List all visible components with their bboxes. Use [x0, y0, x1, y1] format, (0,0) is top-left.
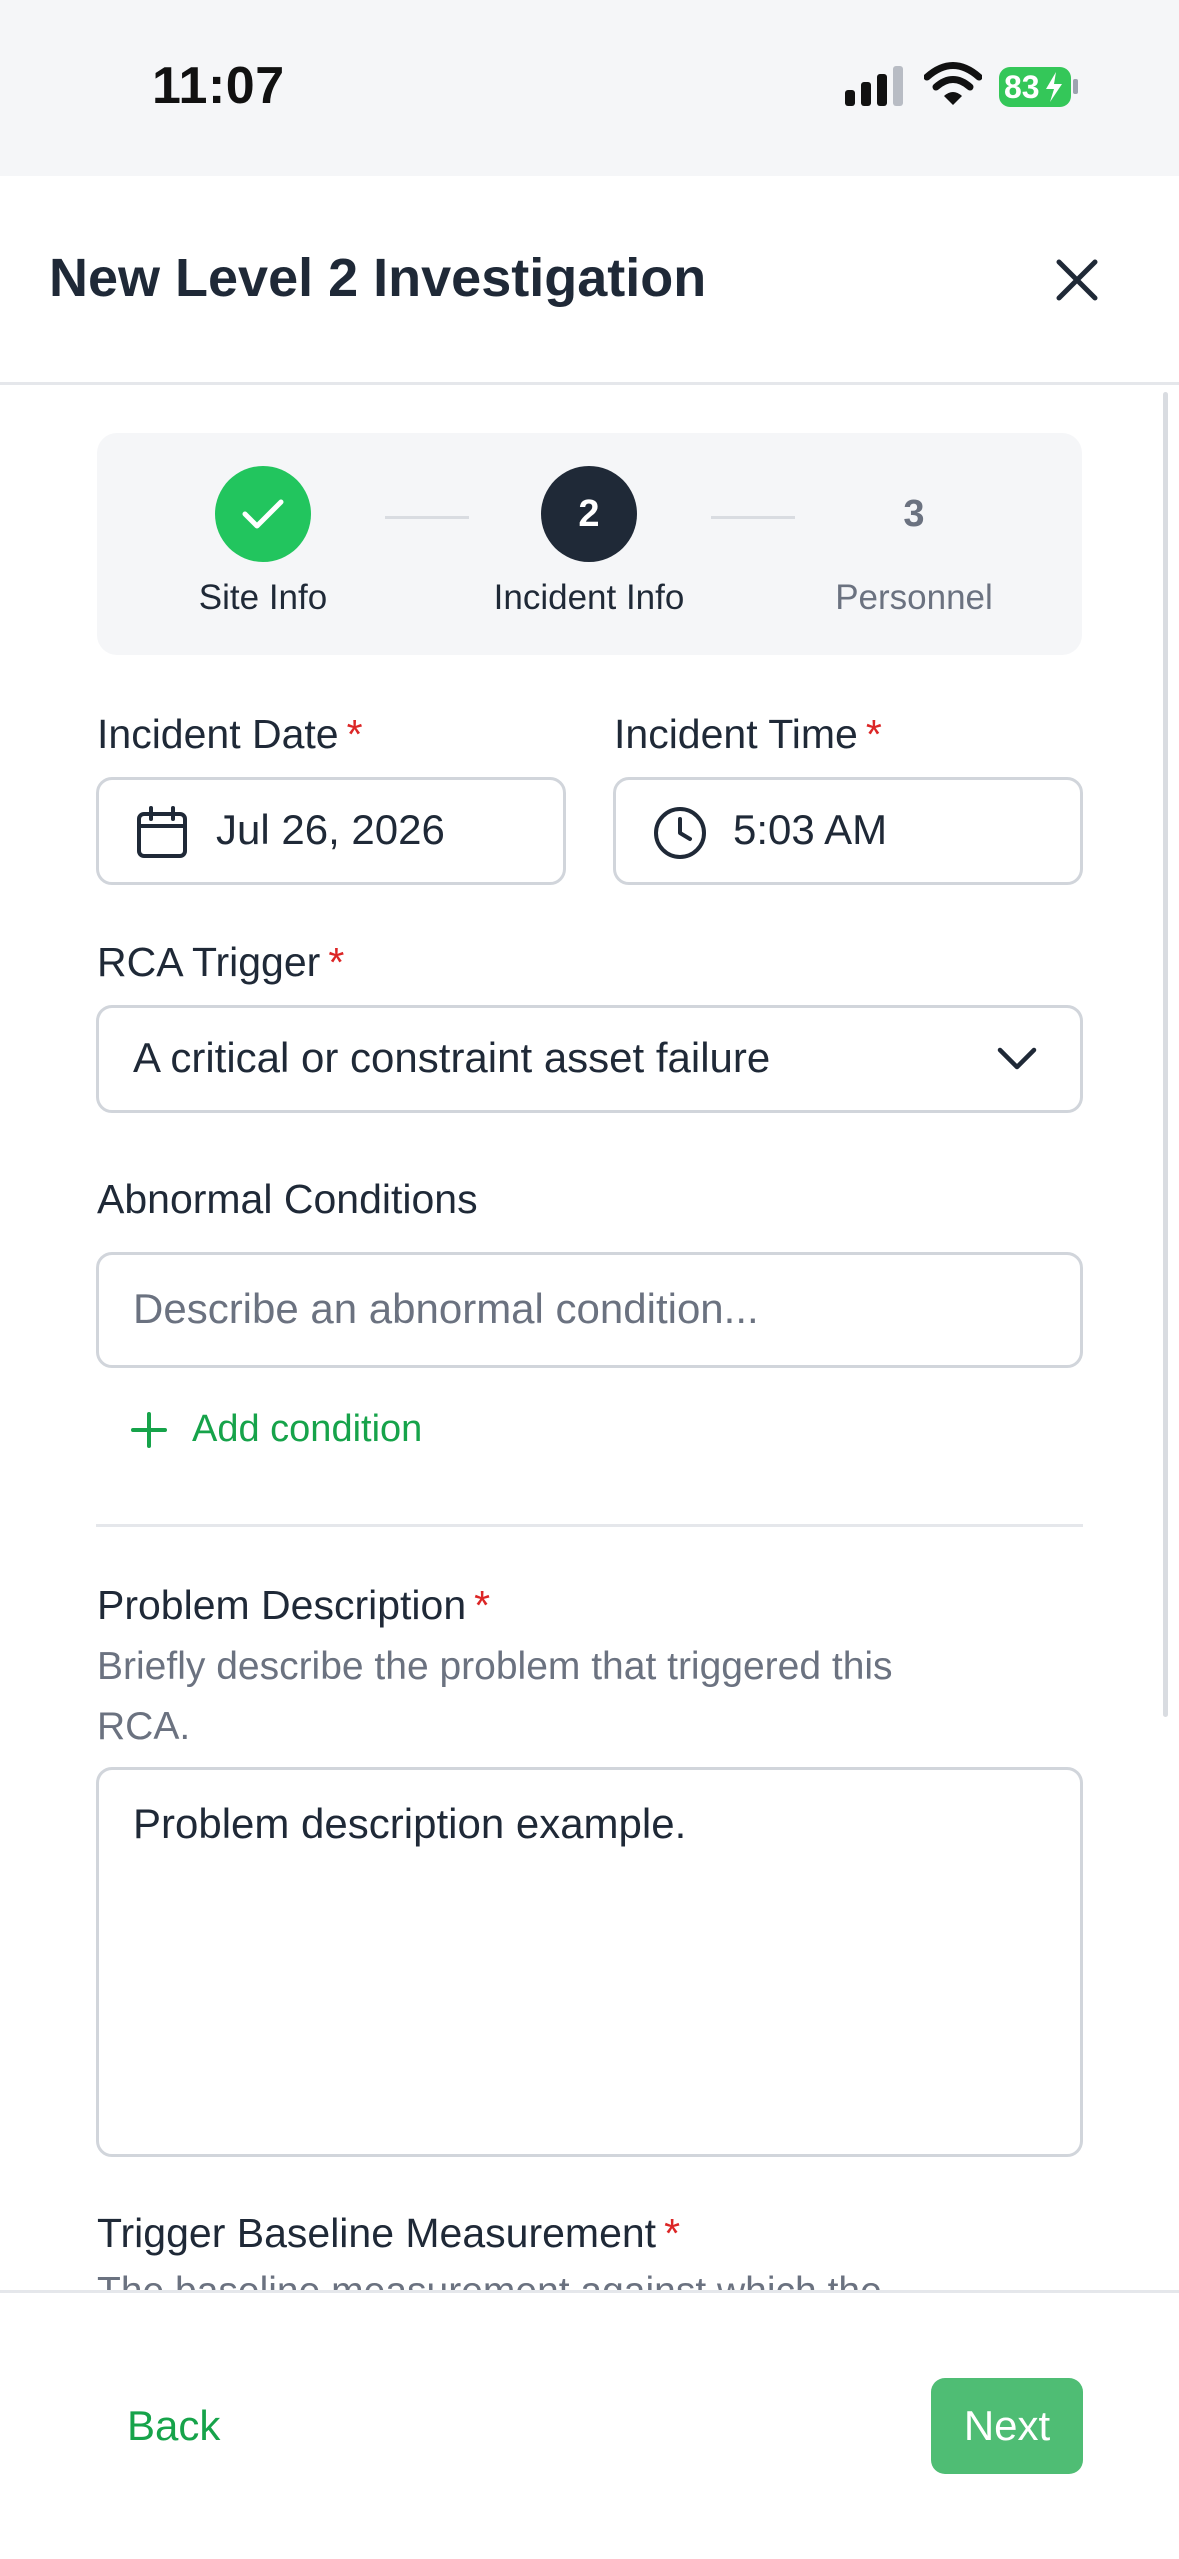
incident-time-value: 5:03 AM [733, 806, 888, 853]
required-asterisk: * [328, 939, 345, 985]
problem-description-value: Problem description example. [133, 1800, 687, 1847]
step-label-incident-info: Incident Info [493, 578, 685, 617]
required-asterisk: * [346, 711, 363, 757]
problem-description-help: Briefly describe the problem that trigge… [97, 1645, 893, 1748]
required-asterisk: * [865, 711, 882, 757]
rca-trigger-select[interactable]: A critical or constraint asset failure [96, 1005, 1083, 1113]
problem-description-textarea[interactable]: Problem description example. [96, 1767, 1083, 2157]
step-1-complete[interactable] [215, 466, 311, 562]
status-time: 11:07 [152, 57, 285, 115]
step-label-personnel: Personnel [835, 578, 993, 617]
incident-date-label: Incident Date * [97, 711, 363, 757]
battery-icon: 83 [998, 66, 1078, 107]
add-condition-button[interactable]: Add condition [130, 1408, 422, 1451]
abnormal-condition-placeholder: Describe an abnormal condition... [133, 1285, 759, 1332]
step-2-current[interactable]: 2 [541, 466, 637, 562]
clock-icon [654, 807, 706, 859]
plus-icon [131, 1411, 167, 1448]
checkmark-icon [242, 499, 284, 529]
incident-time-field[interactable]: 5:03 AM [613, 777, 1083, 885]
trigger-baseline-label: Trigger Baseline Measurement * [97, 2210, 681, 2256]
close-button[interactable] [1045, 248, 1109, 312]
battery-level: 83 [1004, 69, 1040, 105]
chevron-down-icon [997, 1047, 1037, 1070]
section-divider [96, 1524, 1083, 1527]
incident-date-field[interactable]: Jul 26, 2026 [96, 777, 566, 885]
add-condition-label: Add condition [192, 1408, 423, 1450]
incident-time-label: Incident Time * [614, 711, 882, 757]
required-asterisk: * [664, 2210, 681, 2256]
step-connector [385, 516, 469, 519]
cellular-signal-icon [845, 66, 903, 106]
step-3-upcoming[interactable]: 3 [866, 466, 962, 562]
rca-trigger-label: RCA Trigger * [97, 939, 345, 985]
incident-date-value: Jul 26, 2026 [216, 806, 445, 853]
abnormal-condition-input[interactable]: Describe an abnormal condition... [96, 1252, 1083, 1368]
page-title: New Level 2 Investigation [49, 248, 707, 308]
rca-trigger-value: A critical or constraint asset failure [133, 1034, 771, 1081]
scrollbar-thumb[interactable] [1163, 392, 1168, 1717]
abnormal-conditions-label: Abnormal Conditions [97, 1176, 478, 1222]
wifi-icon [924, 62, 982, 105]
problem-description-label: Problem Description * [97, 1582, 491, 1628]
step-connector [711, 516, 795, 519]
required-asterisk: * [474, 1582, 491, 1628]
close-icon [1056, 259, 1098, 301]
step-label-site-info: Site Info [198, 578, 328, 617]
calendar-icon [137, 806, 187, 858]
back-button[interactable]: Back [100, 2378, 247, 2474]
next-button[interactable]: Next [931, 2378, 1083, 2474]
